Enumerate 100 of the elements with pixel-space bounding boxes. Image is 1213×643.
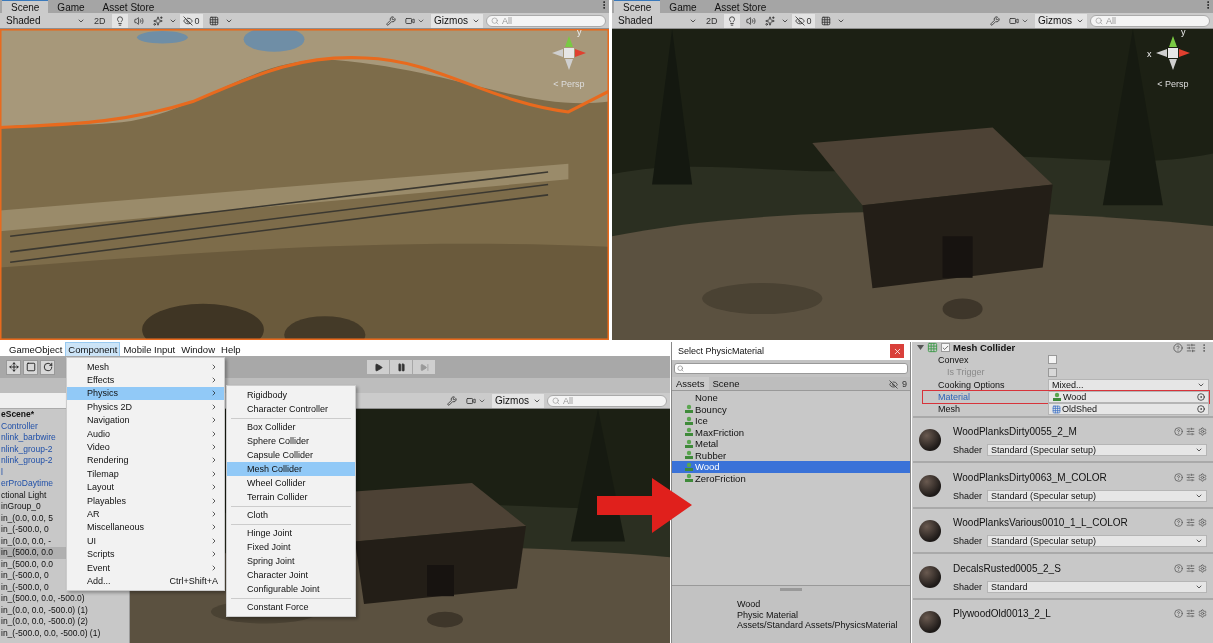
tab[interactable]: Game [660, 0, 706, 13]
menu-item[interactable]: Spring Joint [227, 554, 355, 568]
move-tool-button[interactable] [6, 359, 21, 375]
hidden-objects-button[interactable]: 9 [886, 377, 910, 391]
help-icon[interactable] [1174, 427, 1183, 436]
hierarchy-item[interactable]: in_(0.0, 0.0, -500.0) (1) [0, 604, 129, 616]
shader-dropdown[interactable]: Standard [987, 580, 1207, 593]
menu-item[interactable]: Audio [67, 426, 224, 441]
sparkles-icon[interactable] [152, 15, 163, 26]
menu-item[interactable]: Navigation [67, 413, 224, 427]
tab[interactable]: Asset Store [93, 0, 164, 13]
speaker-icon[interactable] [133, 15, 144, 26]
2d-toggle[interactable]: 2D [703, 13, 721, 28]
menu-item[interactable]: Hinge Joint [227, 526, 355, 540]
menu-item[interactable]: Effects [67, 373, 224, 387]
menu-item[interactable]: Sphere Collider [227, 434, 355, 448]
menu-item[interactable]: UI [67, 534, 224, 548]
tab[interactable]: Scene [708, 377, 744, 390]
gizmos-dropdown[interactable]: Gizmos [431, 13, 483, 28]
lightbulb-icon[interactable] [726, 15, 737, 26]
menu-item[interactable]: Mobile Input [120, 342, 179, 357]
menu-item[interactable]: Terrain Collider [227, 490, 355, 504]
play-button[interactable] [367, 360, 389, 374]
2d-toggle[interactable]: 2D [91, 13, 109, 28]
pause-button[interactable] [390, 360, 412, 374]
menu-item[interactable]: Mesh [67, 360, 224, 374]
tab[interactable]: Asset Store [705, 0, 776, 13]
list-item[interactable]: ZeroFriction [672, 472, 910, 484]
presets-icon[interactable] [1186, 342, 1196, 353]
hierarchy-item[interactable]: in_(-500.0, 0.0, -500.0) (1) [0, 627, 129, 639]
grid-icon[interactable] [820, 15, 831, 26]
menu-item[interactable]: Add... Ctrl+Shift+A [67, 574, 224, 588]
menu-item[interactable]: Rigidbody [227, 388, 355, 402]
help-icon[interactable] [1174, 563, 1183, 573]
sparkles-icon[interactable] [764, 15, 775, 26]
menu-item[interactable]: Mesh Collider [227, 462, 355, 476]
menu-item[interactable]: Physics 2D [67, 400, 224, 414]
list-item[interactable]: Ice [672, 415, 910, 427]
presets-icon[interactable] [1186, 472, 1195, 482]
resize-handle[interactable] [780, 588, 802, 591]
hierarchy-item[interactable]: in_(0.0, 0.0, -500.0) (2) [0, 616, 129, 628]
menu-item[interactable]: Character Joint [227, 568, 355, 582]
menu-item[interactable]: Box Collider [227, 420, 355, 434]
tab[interactable]: Scene [2, 0, 49, 13]
menu-item[interactable]: Constant Force [227, 600, 355, 614]
menu-item[interactable]: GameObject [6, 342, 66, 357]
shading-dropdown[interactable]: Shaded [3, 13, 88, 28]
settings-icon[interactable] [1198, 427, 1207, 436]
checkbox[interactable] [941, 343, 950, 353]
rotate-tool-button[interactable] [40, 359, 55, 375]
list-item[interactable]: None [672, 392, 910, 404]
settings-icon[interactable] [1198, 518, 1207, 527]
presets-icon[interactable] [1186, 609, 1195, 618]
menu-item[interactable]: Tilemap [67, 467, 224, 481]
wrench-icon[interactable] [386, 15, 397, 26]
presets-icon[interactable] [1186, 563, 1195, 573]
menu-item[interactable]: Layout [67, 480, 224, 494]
settings-icon[interactable] [1198, 609, 1207, 618]
menu-item[interactable]: Character Controller [227, 402, 355, 416]
menu-item[interactable]: Event [67, 560, 224, 575]
projection-label[interactable]: < Persp [1157, 79, 1189, 89]
menu-item[interactable]: Fixed Joint [227, 540, 355, 554]
lightbulb-icon[interactable] [114, 15, 125, 26]
menu-item[interactable]: Capsule Collider [227, 448, 355, 462]
shader-dropdown[interactable]: Standard (Specular setup) [987, 444, 1207, 456]
settings-icon[interactable] [1198, 563, 1207, 573]
shading-dropdown[interactable]: Shaded [615, 13, 700, 28]
shader-dropdown[interactable]: Standard (Specular setup) [987, 535, 1207, 547]
menu-item[interactable]: AR [67, 507, 224, 521]
hierarchy-item[interactable]: in_(500.0, 0.0, -500.0) [0, 593, 129, 605]
list-item[interactable]: Wood [672, 461, 910, 473]
menu-item[interactable]: Configurable Joint [227, 582, 355, 596]
tab[interactable]: Assets [672, 377, 709, 390]
settings-icon[interactable] [1198, 472, 1207, 482]
dropdown[interactable]: Mixed... [1048, 378, 1209, 391]
list-item[interactable]: Rubber [672, 449, 910, 461]
help-icon[interactable] [1173, 342, 1183, 353]
menu-item[interactable]: Wheel Collider [227, 476, 355, 490]
grid-icon[interactable] [208, 15, 219, 26]
search-field[interactable] [674, 363, 908, 374]
gizmos-dropdown[interactable]: Gizmos [1035, 13, 1087, 28]
close-button[interactable] [890, 344, 904, 358]
list-item[interactable]: Bouncy [672, 403, 910, 415]
help-icon[interactable] [1174, 609, 1183, 618]
menu-item[interactable]: Physics [67, 386, 224, 401]
checkbox[interactable] [1048, 355, 1057, 365]
menu-item[interactable]: Miscellaneous [67, 520, 224, 535]
rect-tool-button[interactable] [23, 359, 38, 375]
hidden-objects-button[interactable]: 0 [179, 13, 203, 28]
hidden-objects-button[interactable]: 0 [791, 13, 815, 28]
menu-item[interactable]: Cloth [227, 508, 355, 522]
menu-item[interactable]: Playables [67, 493, 224, 508]
menu-item[interactable]: Component [65, 342, 121, 357]
help-icon[interactable] [1174, 472, 1183, 482]
menu-item[interactable]: Help [218, 342, 244, 357]
presets-icon[interactable] [1186, 427, 1195, 436]
tab[interactable]: Game [48, 0, 94, 13]
gizmos-dropdown[interactable]: Gizmos [492, 393, 544, 408]
object-field[interactable]: Wood [1048, 390, 1209, 403]
list-item[interactable]: Metal [672, 438, 910, 450]
